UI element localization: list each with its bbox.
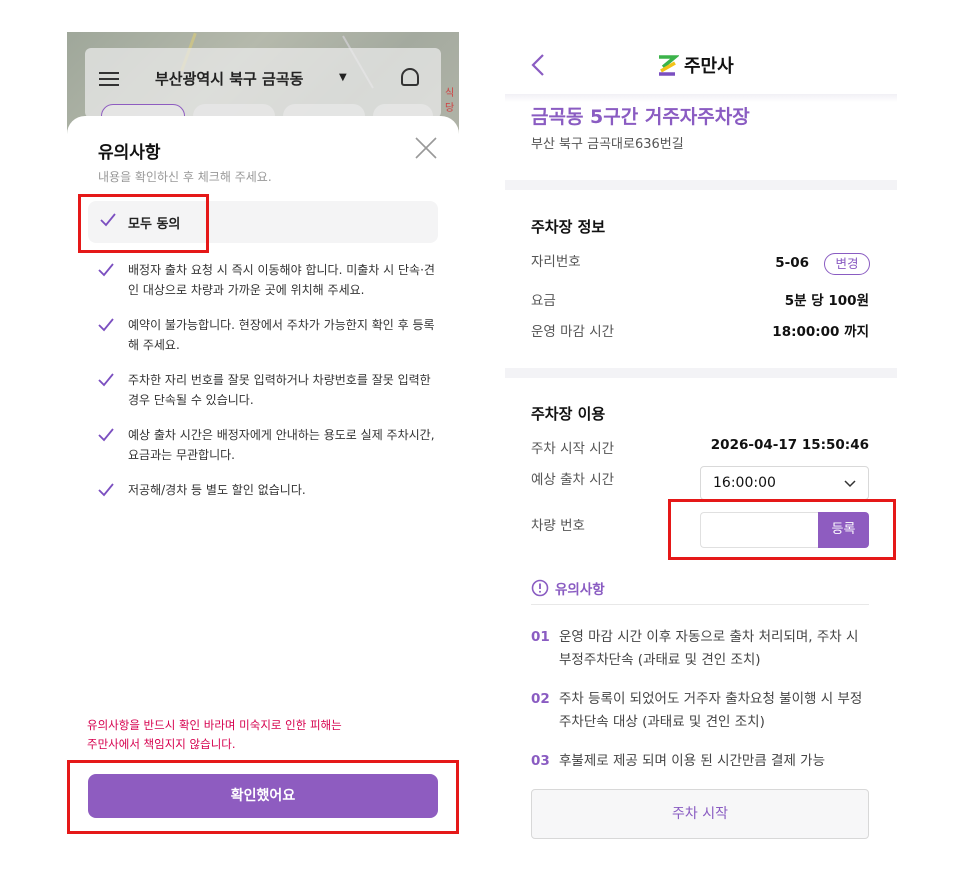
change-spot-button[interactable]: 변경 — [824, 253, 870, 275]
notice-item: 03 후불제로 제공 되며 이용 된 시간만큼 결제 가능 — [531, 750, 871, 773]
left-screen: 부산광역시 북구 금곡동 ▼ 식당 유의사항 내용을 확인하신 후 체크해 주세… — [67, 32, 459, 840]
info-circle-icon — [531, 579, 549, 597]
exit-time-select[interactable]: 16:00:00 — [700, 466, 869, 500]
term-text: 예상 출차 시간은 배정자에게 안내하는 용도로 실제 주차시간, 요금과는 무… — [128, 428, 435, 462]
spot-label: 자리번호 — [531, 254, 581, 270]
close-time-label: 운영 마감 시간 — [531, 324, 615, 340]
warning-text: 유의사항을 반드시 확인 바라며 미숙지로 인한 피해는 주만사에서 책임지지 … — [87, 716, 427, 754]
section-title: 주차장 정보 — [531, 218, 606, 236]
header-shadow — [505, 94, 897, 102]
term-item[interactable]: 예상 출차 시간은 배정자에게 안내하는 용도로 실제 주차시간, 요금과는 무… — [98, 425, 438, 465]
notice-text: 주차 등록이 되었어도 거주자 출차요청 불이행 시 부정주차단속 대상 (과태… — [559, 691, 863, 730]
notice-header: 유의사항 — [531, 578, 605, 598]
register-plate-button[interactable]: 등록 — [818, 512, 869, 548]
check-icon — [98, 373, 114, 387]
close-time-value: 18:00:00 까지 — [772, 324, 869, 340]
terms-list: 배정자 출차 요청 시 즉시 이동해야 합니다. 미출차 시 단속·견인 대상으… — [98, 260, 438, 515]
term-item[interactable]: 주차한 자리 번호를 잘못 입력하거나 차량번호를 잘못 입력한 경우 단속될 … — [98, 370, 438, 410]
warning-line: 주만사에서 책임지지 않습니다. — [87, 737, 236, 751]
notice-text: 후불제로 제공 되며 이용 된 시간만큼 결제 가능 — [559, 753, 826, 769]
agree-all-label: 모두 동의 — [128, 217, 181, 232]
check-icon — [98, 428, 114, 442]
location-selector[interactable]: 부산광역시 북구 금곡동 — [155, 68, 303, 89]
brand: 주만사 — [655, 52, 734, 78]
sheet-subtitle: 내용을 확인하신 후 체크해 주세요. — [98, 170, 272, 184]
term-text: 예약이 불가능합니다. 현장에서 주차가 가능한지 확인 후 등록해 주세요. — [128, 318, 435, 352]
close-icon[interactable] — [414, 136, 438, 160]
parking-lot-address: 부산 북구 금곡대로636번길 — [531, 137, 684, 152]
exit-time-label: 예상 출차 시간 — [531, 472, 615, 488]
notice-item: 01 운영 마감 시간 이후 자동으로 출차 처리되며, 주차 시 부정주차단속… — [531, 626, 871, 672]
agree-all-checkbox[interactable]: 모두 동의 — [88, 201, 438, 243]
chevron-down-icon — [844, 480, 856, 488]
term-item[interactable]: 예약이 불가능합니다. 현장에서 주차가 가능한지 확인 후 등록해 주세요. — [98, 315, 438, 355]
confirm-button[interactable]: 확인했어요 — [88, 774, 438, 818]
term-item[interactable]: 배정자 출차 요청 시 즉시 이동해야 합니다. 미출차 시 단속·견인 대상으… — [98, 260, 438, 300]
divider — [531, 604, 869, 605]
spot-value: 5-06 — [775, 255, 809, 271]
menu-icon[interactable] — [99, 72, 119, 86]
plate-label: 차량 번호 — [531, 518, 585, 534]
notice-sheet: 유의사항 내용을 확인하신 후 체크해 주세요. 모두 동의 배정자 출차 요청… — [67, 116, 459, 840]
fee-value: 5분 당 100원 — [784, 293, 869, 309]
bell-icon[interactable] — [401, 68, 419, 86]
brand-logo-icon — [659, 55, 679, 76]
parking-lot-name: 금곡동 5구간 거주자주차장 — [531, 106, 750, 128]
caret-down-icon[interactable]: ▼ — [339, 72, 347, 83]
map-header: 부산광역시 북구 금곡동 ▼ — [85, 48, 441, 128]
check-icon — [100, 213, 116, 227]
notice-title: 유의사항 — [555, 582, 605, 598]
term-text: 주차한 자리 번호를 잘못 입력하거나 차량번호를 잘못 입력한 경우 단속될 … — [128, 373, 431, 407]
sheet-title: 유의사항 — [98, 143, 161, 163]
warning-line: 유의사항을 반드시 확인 바라며 미숙지로 인한 피해는 — [87, 718, 342, 732]
right-screen: 주만사 금곡동 5구간 거주자주차장 부산 북구 금곡대로636번길 주차장 정… — [505, 32, 897, 840]
exit-time-value: 16:00:00 — [713, 475, 776, 491]
notice-number: 03 — [531, 753, 550, 769]
notice-item: 02 주차 등록이 되었어도 거주자 출차요청 불이행 시 부정주차단속 대상 … — [531, 688, 871, 734]
brand-name: 주만사 — [684, 56, 734, 77]
check-icon — [98, 483, 114, 497]
map-place-label: 식당 — [445, 88, 455, 114]
fee-label: 요금 — [531, 293, 556, 309]
start-time-value: 2026-04-17 15:50:46 — [710, 437, 869, 453]
section-title: 주차장 이용 — [531, 405, 606, 423]
term-text: 배정자 출차 요청 시 즉시 이동해야 합니다. 미출차 시 단속·견인 대상으… — [128, 263, 435, 297]
term-item[interactable]: 저공해/경차 등 별도 할인 없습니다. — [98, 480, 438, 500]
check-icon — [98, 318, 114, 332]
notice-text: 운영 마감 시간 이후 자동으로 출차 처리되며, 주차 시 부정주차단속 (과… — [559, 629, 859, 668]
start-time-label: 주차 시작 시간 — [531, 441, 615, 457]
section-divider — [505, 180, 897, 190]
notice-number: 02 — [531, 691, 550, 707]
plate-number-input[interactable] — [700, 512, 818, 548]
section-divider — [505, 368, 897, 378]
back-arrow-icon[interactable] — [527, 52, 551, 78]
start-parking-button[interactable]: 주차 시작 — [531, 789, 869, 839]
check-icon — [98, 263, 114, 277]
notice-number: 01 — [531, 629, 550, 645]
term-text: 저공해/경차 등 별도 할인 없습니다. — [128, 483, 306, 497]
